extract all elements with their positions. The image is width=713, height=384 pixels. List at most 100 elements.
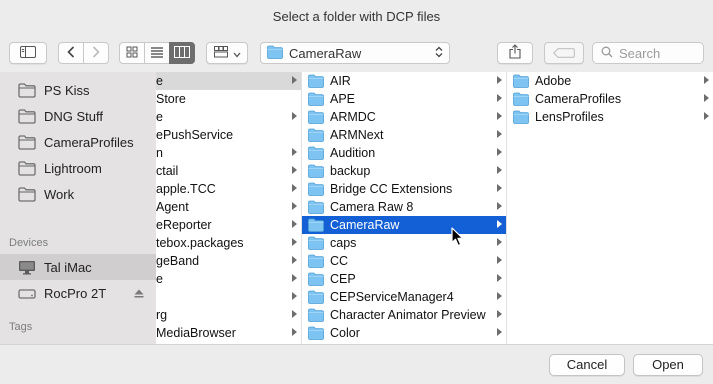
folder-row-label: e: [156, 74, 163, 88]
sidebar-item-work[interactable]: Work: [0, 181, 156, 207]
eject-icon[interactable]: [134, 286, 144, 301]
folder-row[interactable]: CameraRaw: [302, 216, 506, 234]
disclosure-arrow-icon: [292, 256, 297, 264]
folder-row[interactable]: n: [156, 144, 301, 162]
updown-chevron-icon: [435, 46, 443, 61]
path-popup[interactable]: CameraRaw: [260, 42, 450, 64]
browser-column-1: e Store e ePushService n ctail apple.TCC Agent e…: [156, 72, 302, 344]
list-view-button[interactable]: [144, 42, 170, 64]
folder-row-label: n: [156, 146, 163, 160]
arrange-grid-icon: [213, 45, 228, 61]
disclosure-arrow-icon: [497, 166, 502, 174]
folder-row[interactable]: eReporter: [156, 216, 301, 234]
sidebar-item-cameraprofiles[interactable]: CameraProfiles: [0, 129, 156, 155]
folder-row[interactable]: Character Animator Preview: [302, 306, 506, 324]
sidebar-item-ps-kiss[interactable]: PS Kiss: [0, 77, 156, 103]
sidebar-item-lightroom[interactable]: Lightroom: [0, 155, 156, 181]
folder-icon: [308, 110, 324, 124]
folder-row[interactable]: APE: [302, 90, 506, 108]
folder-row[interactable]: e: [156, 72, 301, 90]
share-button[interactable]: [497, 42, 533, 64]
folder-icon: [308, 290, 324, 304]
sidebar-item-rocpro-2t[interactable]: RocPro 2T: [0, 280, 156, 306]
folder-row[interactable]: caps: [302, 234, 506, 252]
folder-row[interactable]: backup: [302, 162, 506, 180]
folder-row[interactable]: ePushService: [156, 126, 301, 144]
chevron-left-icon: [67, 45, 75, 61]
folder-row[interactable]: CEPServiceManager4: [302, 288, 506, 306]
folder-row[interactable]: CC: [302, 252, 506, 270]
columns-icon: [174, 45, 190, 61]
folder-row[interactable]: Color: [302, 324, 506, 342]
folder-row[interactable]: Bridge CC Extensions: [302, 180, 506, 198]
folder-row-label: backup: [330, 164, 371, 178]
folder-row[interactable]: Adobe: [507, 72, 713, 90]
icon-view-button[interactable]: [119, 42, 145, 64]
sidebar-item-label: Lightroom: [44, 160, 102, 176]
column-view-button[interactable]: [169, 42, 195, 64]
disclosure-arrow-icon: [497, 76, 502, 84]
search-field[interactable]: Search: [592, 42, 704, 64]
folder-row[interactable]: Audition: [302, 144, 506, 162]
folder-icon: [308, 326, 324, 340]
disclosure-arrow-icon: [292, 274, 297, 282]
folder-row-label: Color: [330, 326, 360, 340]
sidebar-toggle-button[interactable]: [9, 42, 47, 64]
folder-row[interactable]: apple.TCC: [156, 180, 301, 198]
folder-icon: [308, 272, 324, 286]
folder-row[interactable]: rg: [156, 306, 301, 324]
folder-row-label: eReporter: [156, 218, 212, 232]
folder-icon: [308, 146, 324, 160]
folder-icon: [308, 164, 324, 178]
sidebar-item-tal-imac[interactable]: Tal iMac: [0, 254, 156, 280]
cancel-button[interactable]: Cancel: [549, 354, 625, 376]
search-icon: [601, 46, 613, 61]
tags-button[interactable]: [544, 42, 584, 64]
folder-row[interactable]: LensProfiles: [507, 108, 713, 126]
open-button[interactable]: Open: [633, 354, 703, 376]
column-browser: e Store e ePushService n ctail apple.TCC Agent e…: [156, 72, 713, 344]
path-popup-label: CameraRaw: [289, 45, 362, 61]
folder-row[interactable]: CEP: [302, 270, 506, 288]
sidebar-item-dng-stuff[interactable]: DNG Stuff: [0, 103, 156, 129]
tag-icon: [553, 46, 575, 61]
disclosure-arrow-icon: [497, 112, 502, 120]
folder-row-label: e: [156, 110, 163, 124]
folder-icon: [18, 108, 36, 124]
folder-row[interactable]: Store: [156, 90, 301, 108]
folder-row[interactable]: AIR: [302, 72, 506, 90]
folder-row[interactable]: [156, 288, 301, 306]
folder-row[interactable]: ctail: [156, 162, 301, 180]
folder-row-label: caps: [330, 236, 357, 250]
forward-button[interactable]: [83, 42, 109, 64]
back-button[interactable]: [58, 42, 84, 64]
folder-row[interactable]: ARMDC: [302, 108, 506, 126]
sidebar-item-label: DNG Stuff: [44, 108, 104, 124]
folder-row-label: Audition: [330, 146, 376, 160]
folder-icon: [18, 82, 36, 98]
folder-row[interactable]: ARMNext: [302, 126, 506, 144]
history-nav: [58, 42, 109, 64]
disclosure-arrow-icon: [292, 310, 297, 318]
folder-row[interactable]: MediaBrowser: [156, 324, 301, 342]
folder-row-label: Bridge CC Extensions: [330, 182, 453, 196]
disclosure-arrow-icon: [704, 76, 709, 84]
disclosure-arrow-icon: [292, 112, 297, 120]
disclosure-arrow-icon: [497, 238, 502, 246]
folder-row[interactable]: Camera Raw 8: [302, 198, 506, 216]
folder-row[interactable]: CameraProfiles: [507, 90, 713, 108]
disclosure-arrow-icon: [704, 94, 709, 102]
devices-header: Devices: [9, 237, 49, 249]
folder-icon: [267, 45, 283, 62]
folder-row-label: ARMNext: [330, 128, 384, 142]
sidebar-icon: [20, 45, 36, 61]
folder-row[interactable]: geBand: [156, 252, 301, 270]
folder-row[interactable]: tebox.packages: [156, 234, 301, 252]
folder-icon: [308, 92, 324, 106]
disclosure-arrow-icon: [497, 94, 502, 102]
folder-row[interactable]: e: [156, 270, 301, 288]
arrange-button[interactable]: [206, 42, 248, 64]
folder-row[interactable]: e: [156, 108, 301, 126]
folder-row[interactable]: Agent: [156, 198, 301, 216]
disclosure-arrow-icon: [292, 238, 297, 246]
